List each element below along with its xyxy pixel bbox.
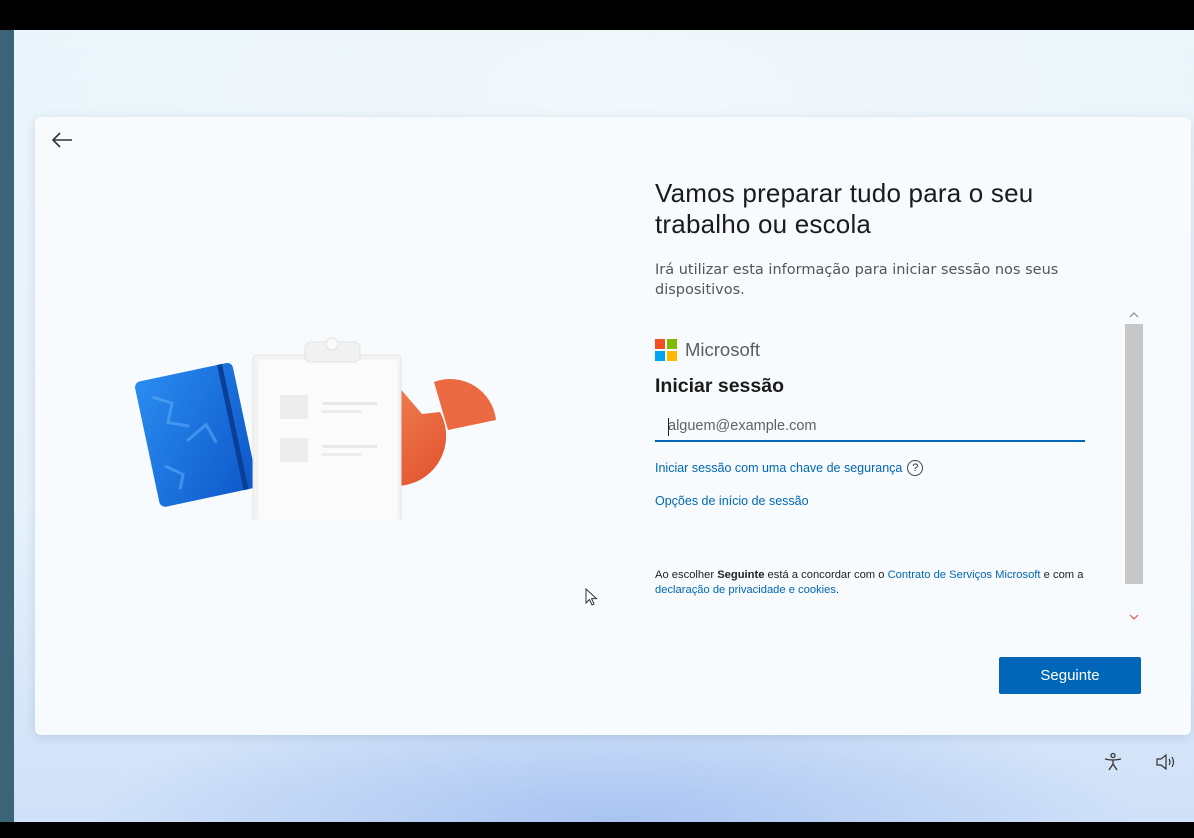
terms-bold: Seguinte (717, 569, 765, 581)
privacy-statement-link[interactable]: declaração de privacidade e cookies (655, 584, 836, 596)
signin-options-link[interactable]: Opções de início de sessão (655, 494, 809, 508)
text-caret (668, 418, 669, 436)
microsoft-brand-name: Microsoft (685, 339, 761, 360)
mouse-pointer-icon (585, 588, 598, 606)
terms-and: e com a (1040, 569, 1084, 581)
chevron-up-icon[interactable] (1127, 308, 1141, 322)
email-field[interactable] (655, 412, 1085, 442)
back-button[interactable] (50, 130, 76, 154)
microsoft-logo-icon (655, 339, 677, 361)
accessibility-icon[interactable] (1103, 752, 1123, 772)
volume-icon[interactable] (1155, 753, 1177, 771)
page-title: Vamos preparar tudo para o seu trabalho … (655, 178, 1034, 239)
microsoft-logo: Microsoft (655, 339, 760, 361)
security-key-link-label: Iniciar sessão com uma chave de seguranç… (655, 461, 903, 475)
work-school-illustration (135, 337, 496, 520)
terms-text: Ao escolher Seguinte está a concordar co… (655, 568, 1115, 598)
back-arrow-icon (51, 132, 72, 148)
next-button[interactable]: Seguinte (999, 657, 1141, 694)
chevron-down-icon[interactable] (1127, 610, 1141, 624)
clipboard-shape (252, 337, 402, 520)
scrollbar-thumb[interactable] (1125, 324, 1143, 584)
services-agreement-link[interactable]: Contrato de Serviços Microsoft (888, 569, 1041, 581)
terms-suffix: . (835, 584, 840, 596)
top-black-bar (0, 0, 1194, 30)
page-subtitle: Irá utilizar esta informação para inicia… (655, 262, 1059, 298)
terms-middle: está a concordar com o (764, 569, 888, 581)
signin-heading: Iniciar sessão (655, 375, 784, 397)
help-icon[interactable]: ? (907, 460, 924, 476)
security-key-link[interactable]: Iniciar sessão com uma chave de seguranç… (655, 460, 924, 476)
terms-prefix: Ao escolher (655, 569, 718, 581)
notebook-shape (135, 362, 258, 507)
bottom-black-bar (0, 822, 1194, 838)
